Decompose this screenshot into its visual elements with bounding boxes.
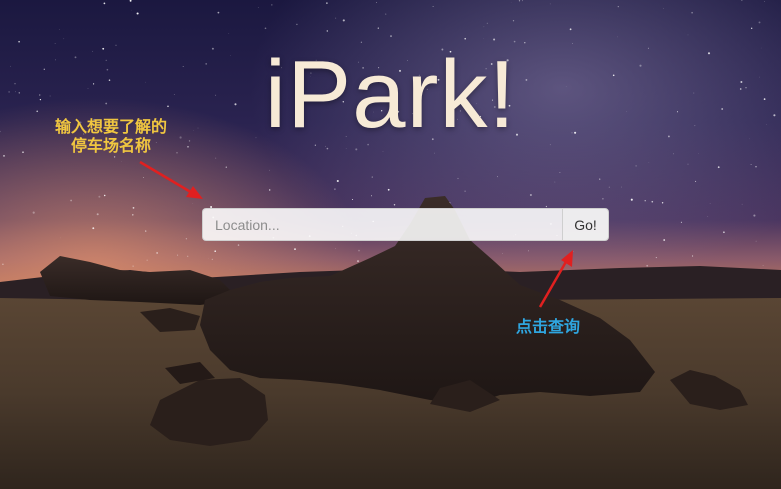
annotation-line-2: 停车场名称 xyxy=(70,136,151,155)
location-search-input[interactable] xyxy=(202,208,562,241)
go-button[interactable]: Go! xyxy=(562,208,609,241)
annotation-line-1: 输入想要了解的 xyxy=(54,117,167,136)
annotation-click-to-search: 点击查询 xyxy=(515,317,580,336)
annotation-enter-location: 输入想要了解的 停车场名称 xyxy=(32,117,190,155)
search-bar: Go! xyxy=(202,208,609,241)
